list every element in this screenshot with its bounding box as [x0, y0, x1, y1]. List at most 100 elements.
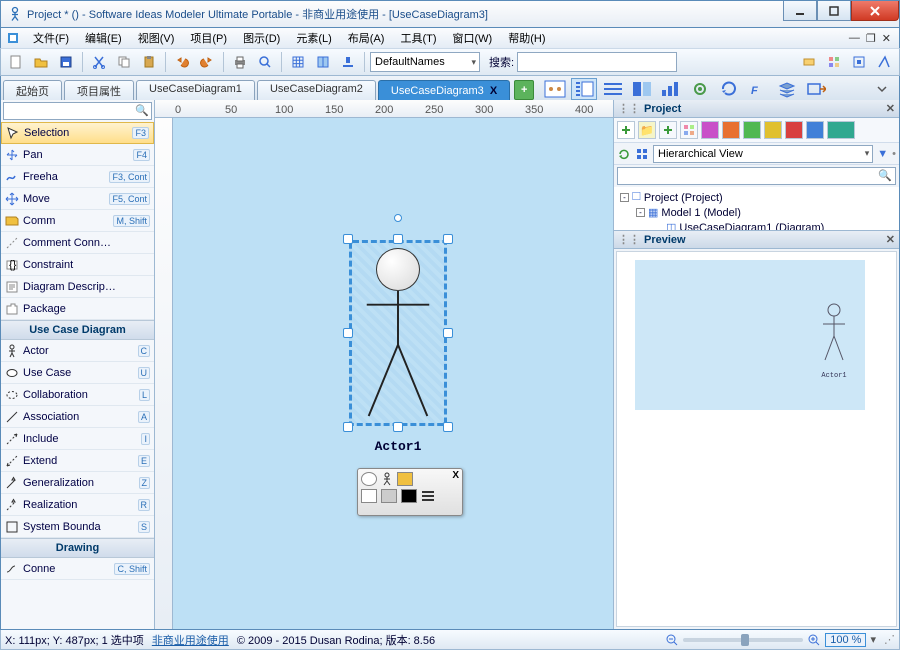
cut-button[interactable]	[88, 51, 110, 73]
minimize-button[interactable]	[783, 1, 817, 21]
tab-close-icon[interactable]: X	[490, 85, 497, 97]
panel-close-icon[interactable]: ✕	[886, 233, 895, 246]
collapse-icon[interactable]	[635, 147, 649, 161]
tool-r4[interactable]	[873, 51, 895, 73]
tool-package[interactable]: Package	[1, 298, 154, 320]
preview-canvas[interactable]: Actor1	[616, 251, 897, 627]
zoom-in-icon[interactable]	[807, 633, 821, 647]
menu-element[interactable]: 元素(L)	[292, 29, 335, 47]
tab-usecasediagram3[interactable]: UseCaseDiagram3X	[378, 80, 510, 100]
menu-layout[interactable]: 布局(A)	[344, 29, 389, 47]
toolbox-search[interactable]: 🔍	[3, 102, 152, 120]
resize-grip-icon[interactable]: ⋰	[884, 633, 895, 646]
swatch-white[interactable]	[361, 489, 377, 503]
tree-row[interactable]: -▦Model 1 (Model)	[620, 205, 893, 220]
gear-icon[interactable]	[687, 78, 713, 100]
palette-folder-icon[interactable]	[397, 472, 413, 486]
tool-include[interactable]: IncludeI	[1, 428, 154, 450]
mdi-minimize-icon[interactable]: —	[849, 32, 860, 45]
project-panel-header[interactable]: ⋮⋮ Project ✕	[614, 100, 899, 118]
proj-c1[interactable]	[701, 121, 719, 139]
tool-collab[interactable]: CollaborationL	[1, 384, 154, 406]
tool-r3[interactable]	[848, 51, 870, 73]
tree-row[interactable]: -🞎Project (Project)	[620, 190, 893, 205]
menu-view[interactable]: 视图(V)	[134, 29, 179, 47]
font-icon[interactable]: F	[745, 78, 771, 100]
project-search[interactable]: 🔍	[617, 167, 896, 185]
preview-panel-header[interactable]: ⋮⋮ Preview ✕	[614, 231, 899, 249]
tool-bound[interactable]: System BoundaS	[1, 516, 154, 538]
tool-cursor[interactable]: SelectionF3	[1, 122, 154, 144]
resize-handle-n[interactable]	[393, 234, 403, 244]
more-icon[interactable]	[869, 78, 895, 100]
zoom-dropdown-icon[interactable]: ▾	[870, 633, 876, 646]
zoom-value[interactable]: 100 %	[825, 633, 866, 647]
print-button[interactable]	[229, 51, 251, 73]
mode-icon-5[interactable]	[658, 78, 684, 100]
resize-handle-ne[interactable]	[443, 234, 453, 244]
resize-handle-nw[interactable]	[343, 234, 353, 244]
tool-assoc[interactable]: AssociationA	[1, 406, 154, 428]
status-license-link[interactable]: 非商业用途使用	[152, 632, 229, 648]
palette-actor-icon[interactable]	[381, 472, 393, 486]
save-button[interactable]	[55, 51, 77, 73]
proj-c5[interactable]	[785, 121, 803, 139]
toolbox-section-drawing[interactable]: Drawing	[1, 538, 154, 558]
tool-conn[interactable]: Comment Conn…	[1, 232, 154, 254]
tool-constraint[interactable]: {}Constraint	[1, 254, 154, 276]
tool-r1[interactable]	[798, 51, 820, 73]
quick-palette[interactable]: X	[357, 468, 463, 516]
mode-icon-4[interactable]	[629, 78, 655, 100]
tree-expander[interactable]: -	[620, 193, 629, 202]
maximize-button[interactable]	[817, 1, 851, 21]
tool-pan[interactable]: PanF4	[1, 144, 154, 166]
app-menu-icon[interactable]	[5, 30, 21, 46]
tab-projectprops[interactable]: 项目属性	[64, 80, 134, 100]
menu-diagram[interactable]: 图示(D)	[239, 29, 284, 47]
mdi-close-icon[interactable]: ✕	[882, 32, 891, 45]
actor-label[interactable]: Actor1	[375, 439, 422, 454]
proj-add-icon[interactable]	[617, 121, 635, 139]
search-input[interactable]	[517, 52, 677, 72]
menu-file[interactable]: 文件(F)	[29, 29, 73, 47]
mode-icon-1[interactable]	[542, 78, 568, 100]
tab-startpage[interactable]: 起始页	[3, 80, 62, 100]
tool-conn2[interactable]: ConneC, Shift	[1, 558, 154, 580]
tool-extend[interactable]: ExtendE	[1, 450, 154, 472]
tool-freehand[interactable]: FreehaF3, Cont	[1, 166, 154, 188]
menu-edit[interactable]: 编辑(E)	[81, 29, 126, 47]
open-button[interactable]	[30, 51, 52, 73]
menu-help[interactable]: 帮助(H)	[504, 29, 549, 47]
snap-button[interactable]	[312, 51, 334, 73]
find-button[interactable]	[254, 51, 276, 73]
proj-grid-icon[interactable]	[680, 121, 698, 139]
menu-project[interactable]: 项目(P)	[186, 29, 231, 47]
palette-close-icon[interactable]: X	[452, 470, 459, 481]
swatch-black[interactable]	[401, 489, 417, 503]
tool-gen[interactable]: GeneralizationZ	[1, 472, 154, 494]
panel-close-icon[interactable]: ✕	[886, 102, 895, 115]
resize-handle-w[interactable]	[343, 328, 353, 338]
proj-c7[interactable]	[827, 121, 855, 139]
list-icon[interactable]	[421, 490, 435, 502]
proj-folder-icon[interactable]: 📁	[638, 121, 656, 139]
tool-r2[interactable]	[823, 51, 845, 73]
tab-usecasediagram1[interactable]: UseCaseDiagram1	[136, 80, 255, 100]
project-tree[interactable]: -🞎Project (Project)-▦Model 1 (Model)◫Use…	[614, 187, 899, 231]
view-combo[interactable]: Hierarchical View	[653, 145, 873, 163]
tab-usecasediagram2[interactable]: UseCaseDiagram2	[257, 80, 376, 100]
rotate-handle[interactable]	[394, 214, 402, 222]
toolbox-section-usecase[interactable]: Use Case Diagram	[1, 320, 154, 340]
menu-tools[interactable]: 工具(T)	[396, 29, 440, 47]
refresh-icon[interactable]	[716, 78, 742, 100]
resize-handle-e[interactable]	[443, 328, 453, 338]
filter-icon[interactable]: ▼	[877, 148, 888, 160]
resize-handle-s[interactable]	[393, 422, 403, 432]
swatch-gray[interactable]	[381, 489, 397, 503]
palette-usecase-icon[interactable]	[361, 472, 377, 486]
diagram-canvas[interactable]: Actor1 X	[173, 118, 613, 629]
menu-window[interactable]: 窗口(W)	[449, 29, 497, 47]
copy-button[interactable]	[113, 51, 135, 73]
tool-desc[interactable]: Diagram Descrip…	[1, 276, 154, 298]
tree-row[interactable]: ◫UseCaseDiagram1 (Diagram)	[620, 220, 893, 231]
